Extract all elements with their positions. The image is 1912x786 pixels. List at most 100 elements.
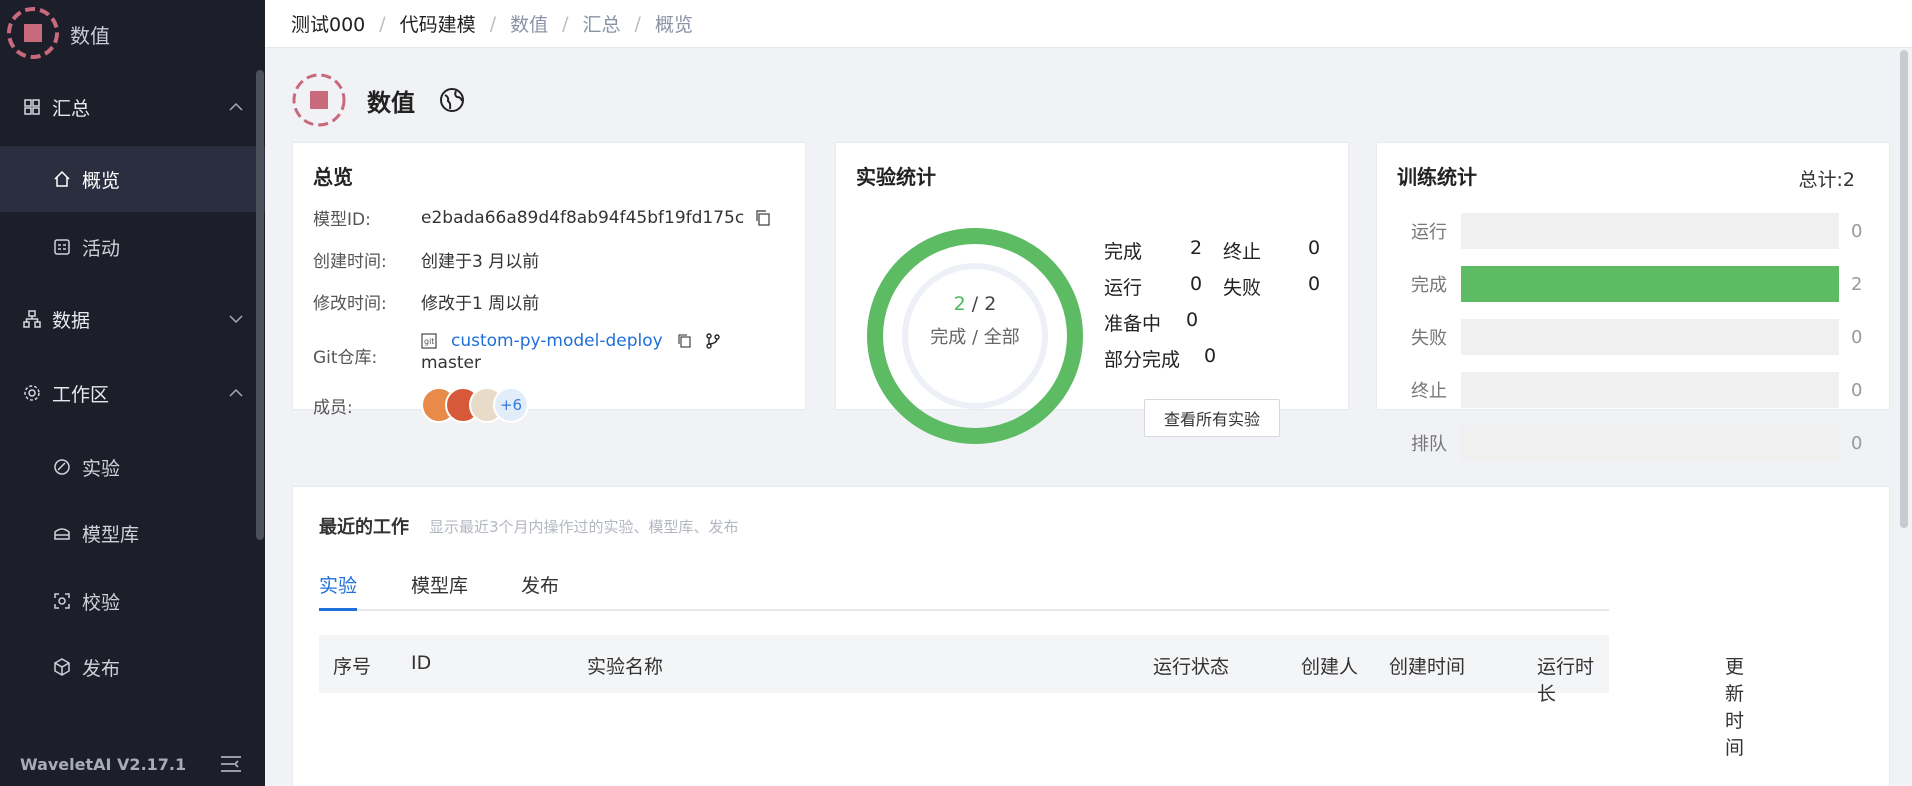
- training-bar-track: [1461, 213, 1839, 249]
- git-row: Git仓库: git custom-py-model-deploy master: [313, 331, 721, 373]
- view-all-experiments-button[interactable]: 查看所有实验: [1144, 399, 1280, 437]
- breadcrumb-item[interactable]: 代码建模: [400, 10, 476, 37]
- globe-icon[interactable]: [439, 87, 465, 113]
- sidebar-item-label: 活动: [82, 237, 121, 260]
- training-total: 总计:2: [1798, 169, 1856, 191]
- app-logo-icon: [7, 7, 59, 59]
- members-more-badge[interactable]: +6: [493, 387, 529, 423]
- overview-card: 总览 模型ID: e2bada66a89d4f8ab94f45bf19fd175…: [292, 142, 806, 423]
- experiment-stats-title: 实验统计: [856, 165, 936, 189]
- stat-label: 运行: [1104, 277, 1143, 299]
- member-avatars[interactable]: +6: [421, 387, 529, 423]
- training-row-label: 失败: [1411, 328, 1447, 349]
- stat-label: 部分完成: [1104, 349, 1181, 371]
- recent-work-subtitle: 显示最近3个月内操作过的实验、模型库、发布: [429, 518, 739, 536]
- model-id-label: 模型ID:: [313, 210, 371, 230]
- stat-value: 0: [1186, 309, 1199, 331]
- column-header[interactable]: 更新时间: [1725, 652, 1744, 760]
- training-bar-track: [1461, 372, 1839, 408]
- grid-icon: [22, 97, 42, 117]
- training-row-label: 运行: [1411, 222, 1447, 243]
- training-row: 完成 2: [1411, 266, 1871, 302]
- scan-icon: [52, 591, 72, 611]
- modified-value: 修改于1 周以前: [421, 294, 540, 314]
- breadcrumb: 测试000 / 代码建模 / 数值 / 汇总 / 概览: [265, 0, 1912, 48]
- sidebar-item-workspace[interactable]: 工作区: [0, 360, 265, 426]
- sidebar-item-activity[interactable]: 活动: [0, 214, 265, 280]
- created-value: 创建于3 月以前: [421, 252, 540, 272]
- training-row: 终止 0: [1411, 372, 1871, 408]
- data-tree-icon: [22, 309, 42, 329]
- sidebar-item-experiment[interactable]: 实验: [0, 434, 265, 500]
- training-row-value: 0: [1851, 432, 1863, 454]
- training-bar-track: [1461, 319, 1839, 355]
- sidebar-item-label: 工作区: [52, 383, 110, 406]
- git-label: Git仓库:: [313, 348, 378, 368]
- recent-work-tabs: 实验 模型库 发布: [319, 571, 1609, 611]
- main-content: 数值 总览 模型ID: e2bada66a89d4f8ab94f45bf19fd…: [265, 48, 1912, 786]
- created-label: 创建时间:: [313, 252, 387, 272]
- sidebar-scrollbar[interactable]: [256, 70, 264, 540]
- sidebar-item-data[interactable]: 数据: [0, 286, 265, 352]
- model-id-value: e2bada66a89d4f8ab94f45bf19fd175c: [421, 207, 745, 228]
- column-header: 实验名称: [587, 656, 664, 678]
- sidebar-item-publish[interactable]: 发布: [0, 634, 265, 700]
- breadcrumb-item: 概览: [654, 14, 693, 36]
- training-row: 运行 0: [1411, 213, 1871, 249]
- completed-count: 2: [953, 293, 966, 315]
- modified-label: 修改时间:: [313, 294, 387, 314]
- git-repo-link[interactable]: custom-py-model-deploy: [451, 331, 663, 351]
- experiment-icon: [52, 457, 72, 477]
- experiment-stats-card: 实验统计 2 / 2 完成 / 全部 完成 2 终止 0 运行 0 失败 0 准…: [835, 142, 1349, 444]
- training-row-label: 完成: [1411, 275, 1447, 296]
- git-repo-icon: git: [421, 333, 437, 349]
- training-row-value: 2: [1851, 273, 1863, 295]
- chevron-up-icon: [229, 102, 243, 111]
- column-header[interactable]: 运行时长: [1537, 652, 1609, 706]
- cube-icon: [52, 657, 72, 677]
- home-icon: [52, 169, 72, 189]
- copy-icon[interactable]: [677, 333, 693, 349]
- training-row-value: 0: [1851, 379, 1863, 401]
- copy-icon[interactable]: [754, 209, 772, 227]
- stat-value: 0: [1190, 273, 1203, 295]
- gear-icon: [22, 383, 42, 403]
- tab-experiment[interactable]: 实验: [319, 571, 358, 611]
- training-bar-track: [1461, 266, 1839, 302]
- model-library-icon: [52, 523, 72, 543]
- breadcrumb-item[interactable]: 数值: [510, 10, 548, 37]
- branch-icon: [706, 333, 720, 349]
- sidebar-item-label: 概览: [82, 169, 121, 192]
- activity-icon: [52, 237, 72, 257]
- tab-publish[interactable]: 发布: [521, 571, 559, 611]
- breadcrumb-item[interactable]: 测试000: [291, 10, 365, 37]
- members-label: 成员:: [313, 397, 353, 418]
- training-row-label: 终止: [1411, 381, 1447, 402]
- total-count: 2: [984, 293, 997, 315]
- recent-work-card: 最近的工作 显示最近3个月内操作过的实验、模型库、发布 实验 模型库 发布 序号…: [292, 486, 1890, 786]
- stat-value: 0: [1308, 237, 1321, 259]
- training-bar-fill: [1461, 266, 1839, 302]
- sidebar-item-summary[interactable]: 汇总: [0, 74, 265, 140]
- sidebar: 数值 汇总 概览 活动 数据 工作区 实验 模型库 校验 发布 WaveletA…: [0, 0, 265, 786]
- breadcrumb-separator: /: [489, 12, 497, 35]
- breadcrumb-item[interactable]: 汇总: [583, 10, 621, 37]
- sidebar-item-label: 实验: [82, 457, 121, 480]
- chevron-up-icon: [229, 388, 243, 397]
- sidebar-item-validation[interactable]: 校验: [0, 568, 265, 634]
- page-title: 数值: [367, 88, 415, 117]
- column-header[interactable]: 创建时间: [1389, 652, 1465, 679]
- sidebar-item-label: 发布: [82, 657, 121, 680]
- page-scrollbar[interactable]: [1900, 50, 1908, 528]
- members-row: 成员: +6: [313, 387, 529, 423]
- breadcrumb-separator: /: [562, 12, 569, 35]
- sidebar-item-model-library[interactable]: 模型库: [0, 500, 265, 566]
- training-row-value: 0: [1851, 326, 1863, 348]
- column-header[interactable]: 运行状态: [1153, 652, 1229, 679]
- column-header: 创建人: [1301, 656, 1359, 678]
- tab-model-library[interactable]: 模型库: [411, 571, 468, 611]
- recent-work-title: 最近的工作: [319, 517, 409, 538]
- page-header: 数值: [291, 72, 465, 128]
- collapse-menu-icon[interactable]: [220, 754, 242, 774]
- sidebar-item-overview[interactable]: 概览: [0, 146, 265, 212]
